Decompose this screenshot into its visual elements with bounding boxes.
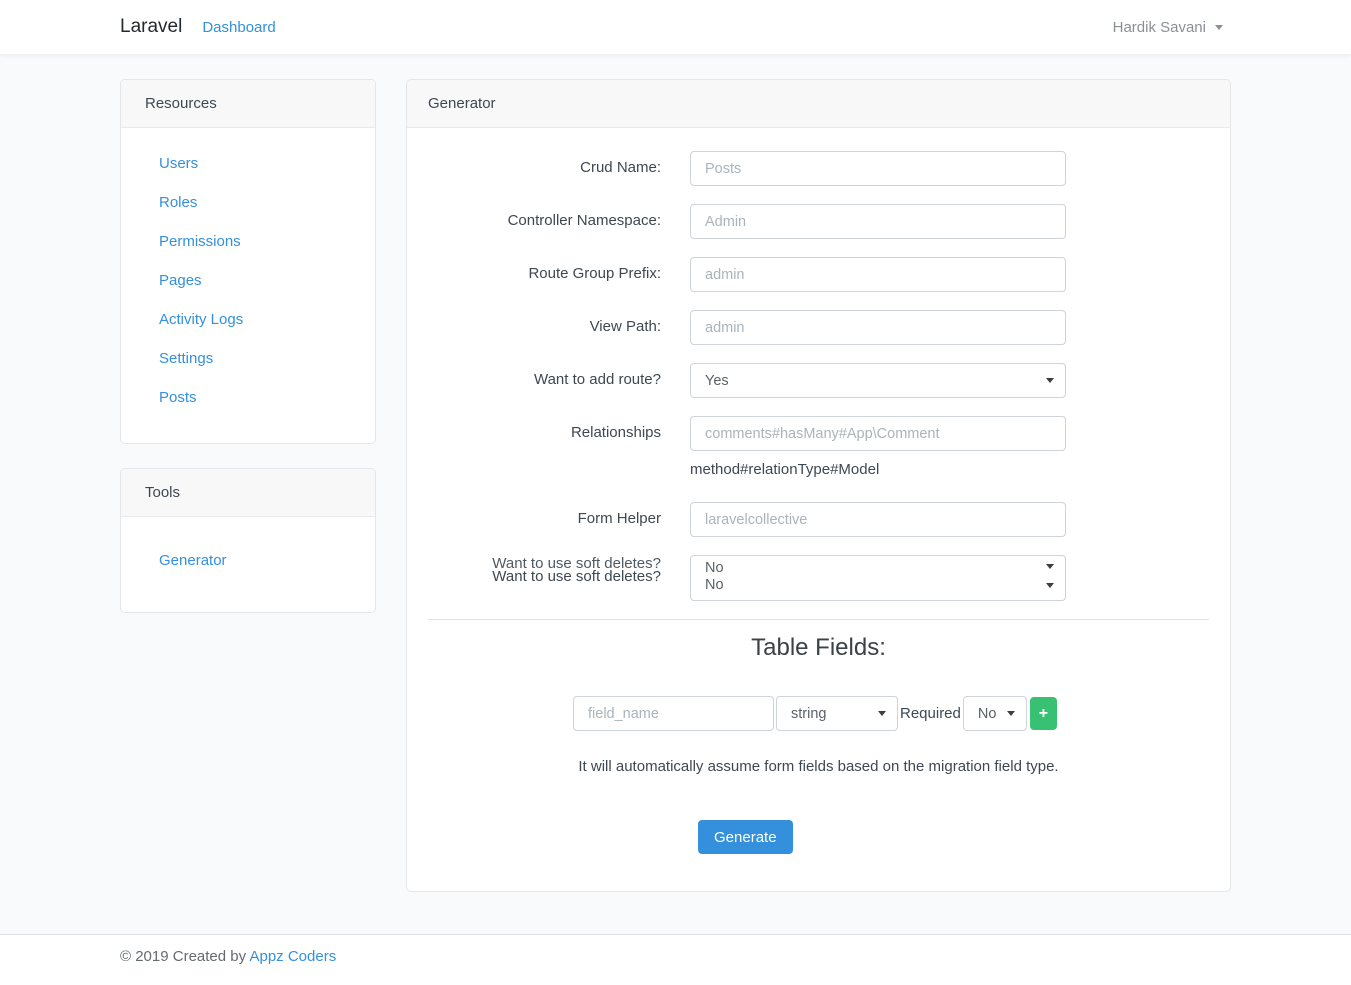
list-item: Users xyxy=(159,144,375,183)
caret-down-icon xyxy=(878,711,886,716)
caret-down-icon xyxy=(1215,25,1223,30)
table-fields-note: It will automatically assume form fields… xyxy=(428,758,1209,775)
form-row-controller-namespace: Controller Namespace: xyxy=(428,204,1209,239)
list-item: Activity Logs xyxy=(159,300,375,339)
section-divider xyxy=(428,619,1209,620)
list-item: Pages xyxy=(159,261,375,300)
required-select[interactable]: No xyxy=(963,696,1027,731)
generator-card: Generator Crud Name: Controller Namespac… xyxy=(406,79,1231,892)
form-row-crud-name: Crud Name: xyxy=(428,151,1209,186)
add-route-select[interactable]: Yes xyxy=(690,363,1066,398)
caret-down-icon xyxy=(1046,583,1054,588)
relationships-label: Relationships xyxy=(428,416,690,478)
field-name-input[interactable] xyxy=(573,696,774,731)
sidebar-item-settings[interactable]: Settings xyxy=(159,350,213,367)
soft-deletes-label: Want to use soft deletes? xyxy=(428,568,661,585)
soft-deletes-select-ghost-row: No xyxy=(705,560,1054,574)
sidebar-item-users[interactable]: Users xyxy=(159,155,198,172)
nav-link-dashboard[interactable]: Dashboard xyxy=(202,19,275,36)
form-row-route-group-prefix: Route Group Prefix: xyxy=(428,257,1209,292)
list-item: Generator xyxy=(159,541,375,580)
sidebar-item-permissions[interactable]: Permissions xyxy=(159,233,241,250)
soft-deletes-select-row: No xyxy=(705,577,1054,593)
form-row-add-route: Want to add route? Yes xyxy=(428,363,1209,398)
add-route-select-value: Yes xyxy=(705,373,729,389)
add-route-label: Want to add route? xyxy=(428,363,690,398)
list-item: Settings xyxy=(159,339,375,378)
form-row-form-helper: Form Helper xyxy=(428,502,1209,537)
soft-deletes-select-ghost-value: No xyxy=(705,560,724,574)
crud-name-input[interactable] xyxy=(690,151,1066,186)
footer-copyright: © 2019 Created by xyxy=(120,948,246,965)
caret-down-icon xyxy=(1046,378,1054,383)
user-name: Hardik Savani xyxy=(1113,19,1206,36)
form-helper-input[interactable] xyxy=(690,502,1066,537)
relationships-help-text: method#relationType#Model xyxy=(690,461,1066,478)
caret-down-icon xyxy=(1046,564,1054,569)
sidebar: Resources Users Roles Permissions Pages … xyxy=(120,79,376,613)
view-path-label: View Path: xyxy=(428,310,690,345)
route-group-prefix-input[interactable] xyxy=(690,257,1066,292)
list-item: Posts xyxy=(159,378,375,417)
form-row-view-path: View Path: xyxy=(428,310,1209,345)
soft-deletes-label-col: Want to use soft deletes? Want to use so… xyxy=(428,555,690,601)
list-item: Permissions xyxy=(159,222,375,261)
resources-card: Resources Users Roles Permissions Pages … xyxy=(120,79,376,444)
tools-card: Tools Generator xyxy=(120,468,376,613)
route-group-prefix-label: Route Group Prefix: xyxy=(428,257,690,292)
relationships-input[interactable] xyxy=(690,416,1066,451)
brand-laravel[interactable]: Laravel xyxy=(120,16,182,38)
required-select-value: No xyxy=(978,706,997,722)
user-menu[interactable]: Hardik Savani xyxy=(1113,19,1223,36)
generator-card-title: Generator xyxy=(407,80,1230,128)
top-navbar: Laravel Dashboard Hardik Savani xyxy=(0,0,1351,55)
generate-button[interactable]: Generate xyxy=(698,820,793,854)
sidebar-item-generator[interactable]: Generator xyxy=(159,552,227,569)
field-type-select-value: string xyxy=(791,706,826,722)
controller-namespace-input[interactable] xyxy=(690,204,1066,239)
resources-list: Users Roles Permissions Pages Activity L… xyxy=(121,128,375,443)
table-field-row: string Required No + xyxy=(573,696,1209,731)
resources-card-title: Resources xyxy=(121,80,375,128)
form-helper-label: Form Helper xyxy=(428,502,690,537)
form-row-soft-deletes: Want to use soft deletes? Want to use so… xyxy=(428,555,1209,601)
tools-list: Generator xyxy=(121,517,375,612)
sidebar-item-posts[interactable]: Posts xyxy=(159,389,197,406)
plus-icon: + xyxy=(1039,705,1048,723)
list-item: Roles xyxy=(159,183,375,222)
soft-deletes-label-ghost: Want to use soft deletes? xyxy=(428,555,661,568)
footer-credit-link[interactable]: Appz Coders xyxy=(249,948,336,965)
page-footer: © 2019 Created by Appz Coders xyxy=(0,934,1351,985)
table-fields-heading: Table Fields: xyxy=(428,634,1209,662)
form-row-relationships: Relationships method#relationType#Model xyxy=(428,416,1209,478)
page-content: Resources Users Roles Permissions Pages … xyxy=(120,79,1351,892)
sidebar-item-pages[interactable]: Pages xyxy=(159,272,202,289)
view-path-input[interactable] xyxy=(690,310,1066,345)
required-label: Required xyxy=(900,705,961,722)
field-type-select[interactable]: string xyxy=(776,696,898,731)
sidebar-item-roles[interactable]: Roles xyxy=(159,194,197,211)
generator-form: Crud Name: Controller Namespace: Route G… xyxy=(407,128,1230,891)
crud-name-label: Crud Name: xyxy=(428,151,690,186)
controller-namespace-label: Controller Namespace: xyxy=(428,204,690,239)
soft-deletes-select-value: No xyxy=(705,577,724,593)
sidebar-item-activity-logs[interactable]: Activity Logs xyxy=(159,311,243,328)
tools-card-title: Tools xyxy=(121,469,375,517)
add-field-button[interactable]: + xyxy=(1030,697,1057,730)
caret-down-icon xyxy=(1007,711,1015,716)
soft-deletes-select[interactable]: No No xyxy=(690,555,1066,601)
